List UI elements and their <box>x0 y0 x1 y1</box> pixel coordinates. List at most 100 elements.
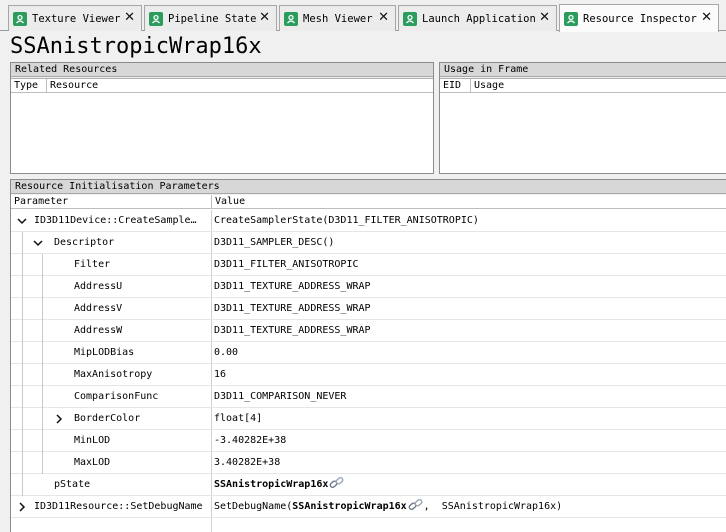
tree-guide-line <box>42 254 43 474</box>
column-header-resource[interactable]: Resource <box>47 79 433 92</box>
parameter-name: MaxLOD <box>11 452 211 474</box>
resource-link[interactable]: SSAnistropicWrap16x <box>292 501 406 512</box>
parameter-name-text: ID3D11Device::CreateSample… <box>34 215 197 226</box>
value-prefix: SetDebugName( <box>214 501 293 512</box>
parameter-value: SetDebugName(SSAnistropicWrap16x , SSAnis… <box>214 496 726 518</box>
parameter-value: D3D11_COMPARISON_NEVER <box>214 386 726 408</box>
parameter-name-text: pState <box>54 479 91 490</box>
parameter-name-text: AddressU <box>74 281 123 292</box>
parameter-name-text: MinLOD <box>74 435 111 446</box>
tab-label: Resource Inspector <box>583 12 697 25</box>
tree-row[interactable]: AddressV D3D11_TEXTURE_ADDRESS_WRAP <box>11 298 726 320</box>
parameter-name-text: MaxLOD <box>74 457 111 468</box>
tree-row[interactable]: MipLODBias 0.00 <box>11 342 726 364</box>
tree-rows: ID3D11Device::CreateSample… CreateSampler… <box>11 210 726 532</box>
tree-row[interactable]: MinLOD -3.40282E+38 <box>11 430 726 452</box>
column-header-type[interactable]: Type <box>11 79 47 92</box>
parameter-value: float[4] <box>214 408 726 430</box>
column-header-eid[interactable]: EID <box>440 79 471 92</box>
document-tab-bar: Texture Viewer ✕ Pipeline State ✕ Mesh V… <box>0 0 726 32</box>
usage-in-frame-panel: Usage in Frame EID Usage <box>439 62 726 174</box>
tree-row[interactable]: pState SSAnistropicWrap16x <box>11 474 726 496</box>
parameter-name-text: AddressW <box>74 325 123 336</box>
parameter-name-text: AddressV <box>74 303 123 314</box>
tab-texture-viewer[interactable]: Texture Viewer ✕ <box>8 5 142 31</box>
column-header-usage[interactable]: Usage <box>471 79 726 92</box>
value-suffix: , SSAnistropicWrap16x) <box>423 501 563 512</box>
parameter-value-text: D3D11_FILTER_ANISOTROPIC <box>214 259 359 270</box>
parameter-value: D3D11_TEXTURE_ADDRESS_WRAP <box>214 298 726 320</box>
parameter-name: AddressU <box>11 276 211 298</box>
window-icon <box>149 11 163 26</box>
related-resources-header: Type Resource <box>11 79 433 93</box>
tab-pipeline-state[interactable]: Pipeline State ✕ <box>144 5 277 31</box>
tree-row[interactable]: BorderColor float[4] <box>11 408 726 430</box>
parameter-name: MinLOD <box>11 430 211 452</box>
tree-row[interactable]: ID3D11Resource::SetDebugName SetDebugName… <box>11 496 726 518</box>
parameter-value: D3D11_FILTER_ANISOTROPIC <box>214 254 726 276</box>
parameter-name-text: ID3D11Resource::SetDebugName <box>34 501 203 512</box>
column-header-parameter[interactable]: Parameter <box>11 195 212 208</box>
parameter-value: 0.00 <box>214 342 726 364</box>
parameter-value-text: CreateSamplerState(D3D11_FILTER_ANISOTRO… <box>214 215 479 226</box>
tree-row[interactable]: ComparisonFunc D3D11_COMPARISON_NEVER <box>11 386 726 408</box>
link-icon-wrapper[interactable] <box>328 476 345 490</box>
tree-row[interactable]: MaxLOD 3.40282E+38 <box>11 452 726 474</box>
link-icon[interactable] <box>329 476 345 490</box>
parameter-value-text: 0.00 <box>214 347 239 358</box>
parameter-name-text: ComparisonFunc <box>74 391 159 402</box>
tab-mesh-viewer[interactable]: Mesh Viewer ✕ <box>279 5 396 31</box>
parameter-name: MipLODBias <box>11 342 211 364</box>
close-tab-icon[interactable]: ✕ <box>378 10 389 26</box>
usage-in-frame-list[interactable]: EID Usage <box>440 78 726 173</box>
close-tab-icon[interactable]: ✕ <box>124 10 135 26</box>
parameter-value-text: -3.40282E+38 <box>214 435 287 446</box>
parameter-value-text: D3D11_TEXTURE_ADDRESS_WRAP <box>214 281 371 292</box>
parameter-name: Filter <box>11 254 211 276</box>
tab-resource-inspector[interactable]: Resource Inspector ✕ <box>559 4 719 32</box>
parameter-value: SSAnistropicWrap16x <box>214 474 726 496</box>
tree-row[interactable]: AddressU D3D11_TEXTURE_ADDRESS_WRAP <box>11 276 726 298</box>
init-params-header: Parameter Value <box>11 195 726 209</box>
parameter-name: AddressW <box>11 320 211 342</box>
close-tab-icon[interactable]: ✕ <box>539 10 550 26</box>
parameter-value: 3.40282E+38 <box>214 452 726 474</box>
parameter-value: D3D11_TEXTURE_ADDRESS_WRAP <box>214 276 726 298</box>
parameter-value-text: float[4] <box>214 413 263 424</box>
tree-row[interactable]: MaxAnisotropy 16 <box>11 364 726 386</box>
parameter-name: ID3D11Resource::SetDebugName <box>11 496 211 518</box>
link-icon[interactable] <box>408 498 424 512</box>
parameter-value: CreateSamplerState(D3D11_FILTER_ANISOTRO… <box>214 210 726 232</box>
parameter-value: -3.40282E+38 <box>214 430 726 452</box>
tab-label: Pipeline State <box>168 12 257 25</box>
close-tab-icon[interactable]: ✕ <box>259 10 270 26</box>
parameter-name: MaxAnisotropy <box>11 364 211 386</box>
usage-in-frame-title: Usage in Frame <box>440 63 726 77</box>
parameter-name-text: MaxAnisotropy <box>74 369 153 380</box>
link-icon-wrapper[interactable] <box>407 498 424 512</box>
tree-row[interactable]: Filter D3D11_FILTER_ANISOTROPIC <box>11 254 726 276</box>
tree-row[interactable]: AddressW D3D11_TEXTURE_ADDRESS_WRAP <box>11 320 726 342</box>
init-params-tree[interactable]: Parameter Value ID3D11Device::CreateSamp… <box>11 195 726 532</box>
tab-label: Mesh Viewer <box>303 12 373 25</box>
window-icon <box>403 11 417 26</box>
close-tab-icon[interactable]: ✕ <box>701 10 712 26</box>
parameter-value-text: D3D11_SAMPLER_DESC() <box>214 237 335 248</box>
parameter-value-text: D3D11_COMPARISON_NEVER <box>214 391 347 402</box>
tree-row[interactable]: Descriptor D3D11_SAMPLER_DESC() <box>11 232 726 254</box>
window-icon <box>13 11 27 26</box>
parameter-name-text: BorderColor <box>74 413 141 424</box>
usage-in-frame-header: EID Usage <box>440 79 726 93</box>
resource-link[interactable]: SSAnistropicWrap16x <box>214 479 328 490</box>
related-resources-list[interactable]: Type Resource <box>11 78 433 173</box>
parameter-value: D3D11_TEXTURE_ADDRESS_WRAP <box>214 320 726 342</box>
parameter-name: ID3D11Device::CreateSample… <box>11 210 211 232</box>
parameter-name: AddressV <box>11 298 211 320</box>
related-resources-title: Related Resources <box>11 63 433 77</box>
parameter-value-text: D3D11_TEXTURE_ADDRESS_WRAP <box>214 325 371 336</box>
column-header-value[interactable]: Value <box>212 195 726 208</box>
tab-launch-application[interactable]: Launch Application ✕ <box>398 5 557 31</box>
tree-guide-line <box>22 232 23 496</box>
tree-row[interactable]: ID3D11Device::CreateSample… CreateSampler… <box>11 210 726 232</box>
parameter-name-text: MipLODBias <box>74 347 135 358</box>
